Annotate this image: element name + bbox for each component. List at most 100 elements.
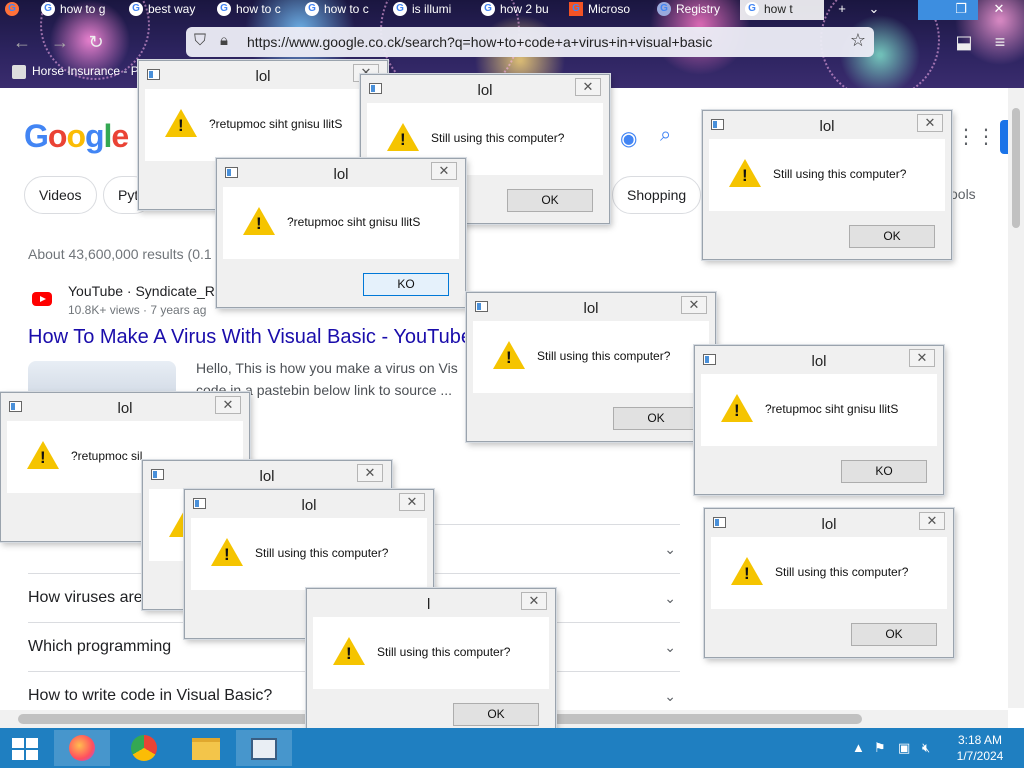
result-title-link[interactable]: How To Make A Virus With Visual Basic - … <box>28 326 472 349</box>
warning-icon <box>729 159 761 187</box>
tab[interactable]: how 2 bu <box>476 0 558 20</box>
app-window-icon <box>251 738 277 760</box>
taskbar-file-explorer[interactable] <box>178 730 234 766</box>
dialog-titlebar[interactable]: lol ✕ <box>143 461 391 489</box>
close-window-button[interactable]: ✕ <box>986 0 1012 20</box>
address-bar[interactable]: ⛉ 🔒︎ https://www.google.co.ck/search?q=h… <box>186 27 874 57</box>
logo-letter: g <box>84 118 105 154</box>
google-logo[interactable]: Google <box>24 118 129 155</box>
message-dialog[interactable]: lol ✕ ?retupmoc siht gnisu llitS KO <box>216 158 466 308</box>
extensions-icon[interactable]: ⬓ <box>952 31 976 55</box>
ok-button[interactable]: OK <box>453 703 539 726</box>
scrollbar-thumb[interactable] <box>1012 108 1020 228</box>
lens-icon[interactable]: ◉ <box>620 126 637 151</box>
close-button[interactable]: ✕ <box>575 78 601 96</box>
tab[interactable]: how to c <box>300 0 382 20</box>
ko-button[interactable]: KO <box>841 460 927 483</box>
dialog-message: Still using this computer? <box>255 546 389 560</box>
network-icon[interactable]: ▣ <box>898 740 910 756</box>
tab[interactable]: Microso <box>564 0 646 20</box>
close-button[interactable]: ✕ <box>917 114 943 132</box>
dialog-titlebar[interactable]: lol ✕ <box>361 75 609 103</box>
taskbar-chrome[interactable] <box>116 730 172 766</box>
shield-icon[interactable]: ⛉ <box>194 32 206 50</box>
dialog-titlebar[interactable]: lol ✕ <box>467 293 715 321</box>
ok-button[interactable]: OK <box>849 225 935 248</box>
menu-icon[interactable]: ≡ <box>988 31 1012 55</box>
lock-icon[interactable]: 🔒︎ <box>220 32 228 49</box>
dialog-title: lol <box>819 118 835 135</box>
close-button[interactable]: ✕ <box>521 592 547 610</box>
forward-icon[interactable]: → <box>48 31 72 55</box>
dialog-message: ?retupmoc sil <box>71 449 143 463</box>
result-source[interactable]: YouTube · Syndicate_R <box>68 283 215 299</box>
search-icon[interactable]: ⌕ <box>660 124 671 147</box>
dialog-titlebar[interactable]: l ✕ <box>307 589 555 617</box>
new-tab-button[interactable]: + <box>830 0 854 20</box>
tab[interactable]: how to c <box>212 0 294 20</box>
dialog-titlebar[interactable]: lol ✕ <box>139 61 387 89</box>
star-bookmark-icon[interactable]: ☆ <box>850 30 866 51</box>
close-button[interactable]: ✕ <box>357 464 383 482</box>
tab[interactable]: how to g <box>36 0 118 20</box>
message-dialog[interactable]: lol ✕ Still using this computer? OK <box>704 508 954 658</box>
clock-time[interactable]: 3:18 AM <box>950 733 1010 747</box>
message-dialog[interactable]: lol ✕ ?retupmoc siht gnisu llitS KO <box>694 345 944 495</box>
chip-tools[interactable]: ools <box>950 186 976 202</box>
close-button[interactable]: ✕ <box>909 349 935 367</box>
url-text[interactable]: https://www.google.co.ck/search?q=how+to… <box>247 34 712 50</box>
chevron-down-icon: ⌄ <box>664 639 676 655</box>
dialog-title: l <box>427 596 431 613</box>
dialog-title: lol <box>583 300 599 317</box>
warning-icon <box>27 441 59 469</box>
ok-button[interactable]: OK <box>851 623 937 646</box>
close-button[interactable]: ✕ <box>399 493 425 511</box>
taskbar-app-window[interactable] <box>236 730 292 766</box>
chip-videos[interactable]: Videos <box>24 176 97 214</box>
dialog-body: Still using this computer? <box>191 518 427 590</box>
dialog-titlebar[interactable]: lol ✕ <box>185 490 433 518</box>
clock-date[interactable]: 1/7/2024 <box>950 749 1010 763</box>
dialog-titlebar[interactable]: lol ✕ <box>695 346 943 374</box>
close-button[interactable]: ✕ <box>681 296 707 314</box>
start-button[interactable] <box>12 738 38 760</box>
taskbar-firefox[interactable] <box>54 730 110 766</box>
close-button[interactable]: ✕ <box>919 512 945 530</box>
restore-icon[interactable]: ❐ <box>950 0 972 20</box>
close-button[interactable]: ✕ <box>431 162 457 180</box>
paa-question-text: How to write code in Visual Basic? <box>28 687 273 704</box>
show-hidden-icons-icon[interactable]: ▲ <box>852 740 865 755</box>
dialog-titlebar[interactable]: lol ✕ <box>703 111 951 139</box>
reload-icon[interactable]: ↻ <box>84 31 108 55</box>
tab[interactable]: best way <box>124 0 206 20</box>
ok-button[interactable]: OK <box>507 189 593 212</box>
back-icon[interactable]: ← <box>10 31 34 55</box>
tab[interactable]: is illumi <box>388 0 470 20</box>
close-button[interactable]: ✕ <box>215 396 241 414</box>
firefox-menu-icon[interactable] <box>0 0 32 20</box>
folder-icon <box>192 738 220 760</box>
tab[interactable]: Registry <box>652 0 734 20</box>
flag-icon[interactable]: ⚑ <box>874 740 886 756</box>
ko-button[interactable]: KO <box>363 273 449 296</box>
dialog-titlebar[interactable]: lol ✕ <box>1 393 249 421</box>
google-favicon-icon <box>217 2 231 16</box>
vertical-scrollbar[interactable] <box>1008 88 1024 708</box>
dialog-footer: OK <box>473 393 709 437</box>
dialog-titlebar[interactable]: lol ✕ <box>705 509 953 537</box>
apps-grid-icon[interactable]: ⋮⋮ <box>956 124 996 149</box>
warning-icon <box>333 637 365 665</box>
message-dialog[interactable]: lol ✕ Still using this computer? OK <box>466 292 716 442</box>
volume-muted-icon[interactable]: 🔇︎ <box>922 740 930 756</box>
tab-active[interactable]: how t <box>740 0 824 20</box>
message-dialog[interactable]: lol ✕ Still using this computer? OK <box>702 110 952 260</box>
warning-icon <box>243 207 275 235</box>
sign-in-button[interactable] <box>1000 120 1008 154</box>
list-tabs-icon[interactable]: ⌄ <box>862 0 886 20</box>
chip-shopping[interactable]: Shopping <box>612 176 702 214</box>
bookmark-item[interactable]: Horse Insurance - P <box>10 64 139 82</box>
dialog-titlebar[interactable]: lol ✕ <box>217 159 465 187</box>
ok-button[interactable]: OK <box>613 407 699 430</box>
firefox-icon <box>69 735 95 761</box>
dialog-message: Still using this computer? <box>773 167 907 181</box>
